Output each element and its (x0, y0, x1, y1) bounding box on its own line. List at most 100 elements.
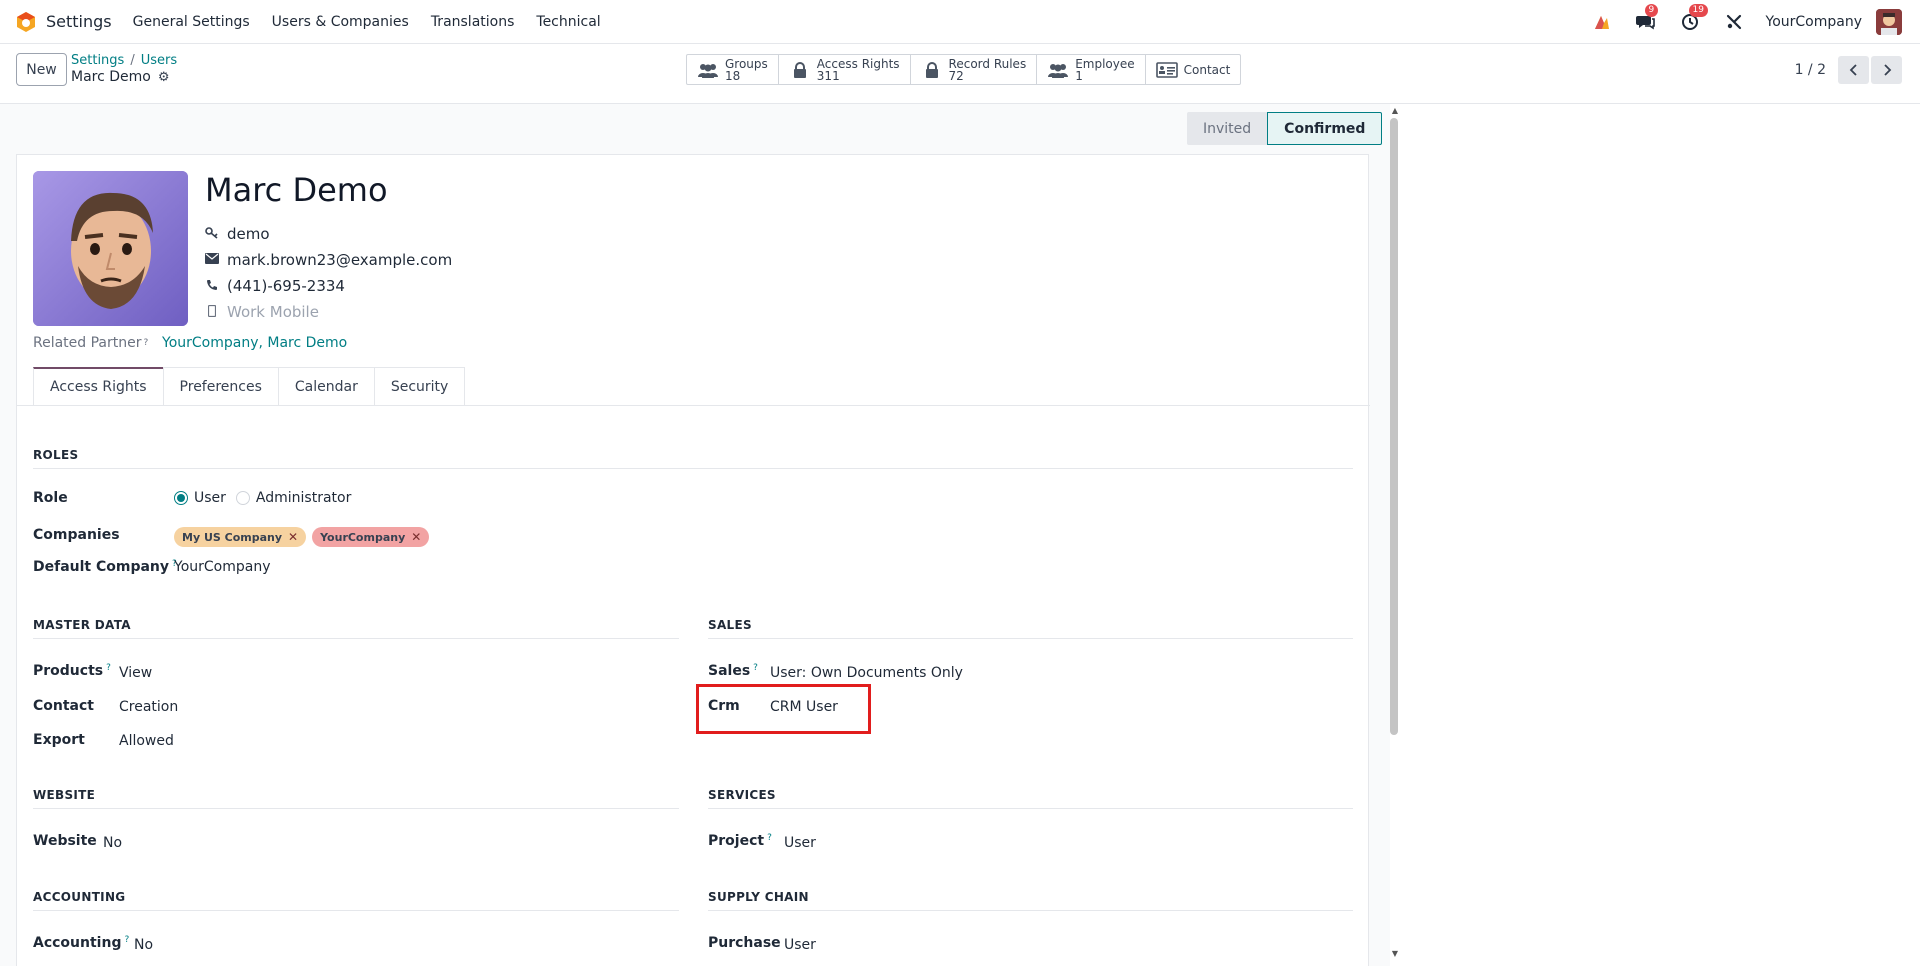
section-sales-title: SALES (708, 618, 752, 632)
smart-button-record-rules[interactable]: Record Rules 72 (911, 55, 1038, 84)
breadcrumb-users[interactable]: Users (141, 53, 177, 68)
section-supply-chain-title: SUPPLY CHAIN (708, 890, 809, 904)
email-value: mark.brown23@example.com (227, 251, 453, 269)
related-partner-label: Related Partner? (33, 335, 149, 351)
close-icon[interactable]: ✕ (411, 530, 421, 544)
messages-badge: 9 (1644, 4, 1659, 17)
mobile-placeholder: Work Mobile (227, 303, 319, 321)
smart-button-label: Employee (1075, 56, 1135, 71)
help-mark[interactable]: ? (767, 833, 772, 843)
company-tag: YourCompany ✕ (312, 527, 430, 547)
odoo-logo-icon[interactable] (15, 11, 37, 33)
envelope-icon (205, 253, 219, 267)
project-field[interactable]: User (784, 835, 816, 851)
related-partner-link[interactable]: YourCompany, Marc Demo (162, 335, 347, 351)
form-scrollbar[interactable]: ▲ ▼ (1388, 104, 1402, 966)
form-tabs: Access Rights Preferences Calendar Secur… (33, 367, 466, 405)
pager: 1 / 2 (1795, 56, 1902, 84)
breadcrumb-settings[interactable]: Settings (71, 53, 124, 68)
status-confirmed[interactable]: Confirmed (1267, 112, 1383, 145)
scroll-down-arrow-icon[interactable]: ▼ (1390, 950, 1400, 958)
help-mark[interactable]: ? (753, 663, 758, 673)
scroll-up-arrow-icon[interactable]: ▲ (1390, 107, 1400, 115)
email-field[interactable]: mark.brown23@example.com (205, 251, 452, 269)
debug-icon[interactable] (1590, 10, 1614, 34)
login-value: demo (227, 225, 270, 243)
status-bar: Invited Confirmed (1187, 112, 1383, 145)
website-label: Website (33, 833, 97, 849)
login-field[interactable]: demo (205, 225, 270, 243)
users-icon (1047, 61, 1069, 79)
phone-value: (441)-695-2334 (227, 277, 345, 295)
scroll-thumb[interactable] (1390, 118, 1398, 735)
menu-users-companies[interactable]: Users & Companies (272, 14, 409, 30)
user-avatar-menu[interactable] (1876, 9, 1902, 35)
tab-access-rights[interactable]: Access Rights (33, 367, 164, 405)
help-mark[interactable]: ? (144, 338, 149, 348)
app-name[interactable]: Settings (46, 12, 112, 31)
form-view: Invited Confirmed Marc Demo demo mark.br… (0, 104, 1920, 966)
smart-button-groups[interactable]: Groups 18 (687, 55, 779, 84)
phone-icon (205, 279, 219, 294)
sales-field[interactable]: User: Own Documents Only (770, 665, 963, 681)
accounting-field[interactable]: No (134, 937, 153, 953)
mobile-icon (205, 304, 219, 320)
breadcrumb-current: Marc Demo ⚙ (71, 69, 170, 85)
top-navbar: Settings General Settings Users & Compan… (0, 0, 1920, 44)
default-company-field[interactable]: YourCompany (174, 559, 271, 575)
role-administrator-radio[interactable]: Administrator (235, 490, 351, 506)
mobile-field[interactable]: Work Mobile (205, 303, 319, 321)
menu-translations[interactable]: Translations (431, 14, 515, 30)
activity-clock-icon[interactable]: 19 (1678, 4, 1708, 34)
contact-field[interactable]: Creation (119, 699, 178, 715)
pager-value[interactable]: 1 / 2 (1795, 62, 1826, 78)
new-button[interactable]: New (16, 53, 67, 86)
form-sheet: Marc Demo demo mark.brown23@example.com … (16, 154, 1370, 966)
gear-icon[interactable]: ⚙ (158, 70, 170, 85)
company-switcher[interactable]: YourCompany (1766, 14, 1863, 30)
status-invited[interactable]: Invited (1187, 112, 1268, 145)
messages-icon[interactable]: 9 (1634, 4, 1659, 34)
menu-general-settings[interactable]: General Settings (133, 14, 250, 30)
company-tag: My US Company ✕ (174, 527, 307, 547)
menu-technical[interactable]: Technical (536, 14, 600, 30)
smart-button-label: Contact (1183, 62, 1231, 77)
smart-button-value: 72 (948, 68, 964, 83)
lock-icon (921, 61, 943, 79)
section-website-title: WEBSITE (33, 788, 96, 802)
phone-field[interactable]: (441)-695-2334 (205, 277, 345, 295)
help-mark[interactable]: ? (106, 663, 111, 673)
role-label: Role (33, 490, 68, 506)
current-record-name: Marc Demo (71, 69, 151, 85)
smart-button-contact[interactable]: Contact (1146, 55, 1241, 84)
user-name[interactable]: Marc Demo (205, 171, 388, 209)
activity-badge: 19 (1688, 4, 1708, 17)
chevron-right-icon[interactable] (1871, 56, 1902, 84)
tab-preferences[interactable]: Preferences (162, 367, 279, 405)
users-icon (697, 61, 719, 79)
close-icon[interactable]: ✕ (288, 530, 298, 544)
role-user-radio[interactable]: User (174, 490, 226, 506)
tab-calendar[interactable]: Calendar (277, 367, 375, 405)
tab-security[interactable]: Security (373, 367, 466, 405)
companies-label: Companies (33, 527, 120, 543)
smart-button-employee[interactable]: Employee 1 (1037, 55, 1146, 84)
tools-icon[interactable] (1722, 10, 1746, 34)
navbar-systray: 9 19 YourCompany (1590, 0, 1920, 44)
chevron-left-icon[interactable] (1838, 56, 1869, 84)
smart-buttons: Groups 18 Access Rights 311 Record Rules 72… (686, 54, 1242, 85)
user-avatar[interactable] (33, 171, 188, 326)
default-company-label: Default Company? (33, 559, 177, 575)
smart-button-value: 18 (725, 68, 741, 83)
purchase-field[interactable]: User (784, 937, 816, 953)
export-field[interactable]: Allowed (119, 733, 174, 749)
control-panel: New Settings / Users Marc Demo ⚙ Groups 18 … (0, 44, 1920, 104)
products-field[interactable]: View (119, 665, 152, 681)
section-accounting-title: ACCOUNTING (33, 890, 126, 904)
help-mark[interactable]: ? (124, 935, 129, 945)
smart-button-access-rights[interactable]: Access Rights 311 (779, 55, 911, 84)
export-label: Export (33, 732, 85, 748)
website-field[interactable]: No (103, 835, 122, 851)
lock-icon (789, 61, 811, 79)
companies-tags[interactable]: My US Company ✕ YourCompany ✕ (174, 527, 435, 547)
